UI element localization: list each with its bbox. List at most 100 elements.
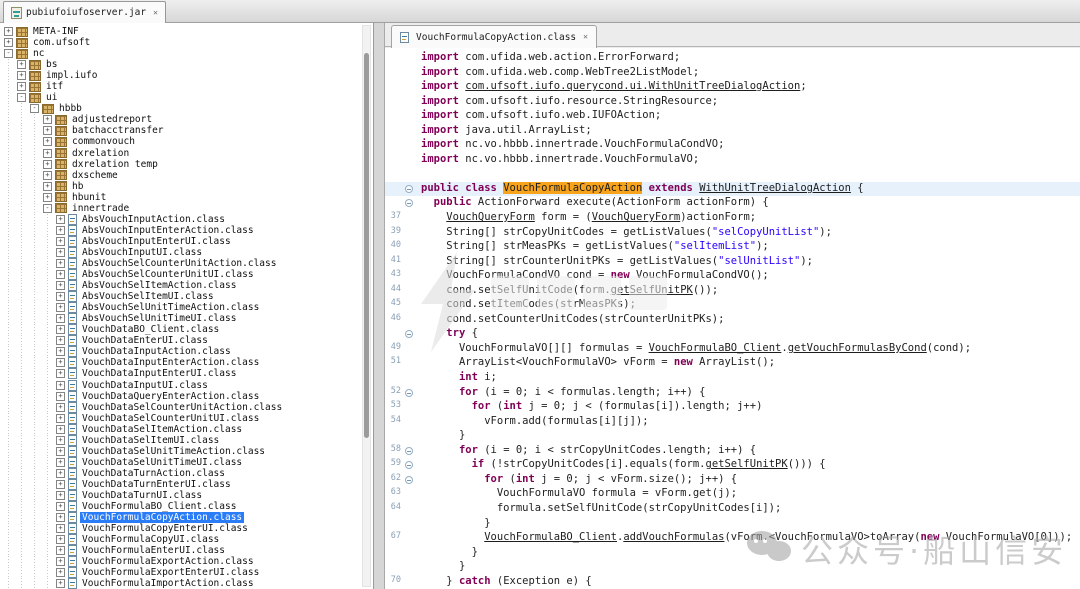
code-line[interactable]: 51 ArrayList<VouchFormulaVO> vForm = new… [385, 356, 1080, 371]
tree-item[interactable]: +AbsVouchInputUI.class [0, 247, 373, 258]
tree-scrollbar-thumb[interactable] [364, 53, 369, 438]
expand-icon[interactable]: + [56, 403, 65, 412]
expand-icon[interactable]: + [56, 270, 65, 279]
expand-icon[interactable]: + [56, 358, 65, 367]
tree-item[interactable]: +VouchFormulaBO_Client.class [0, 501, 373, 512]
code-line[interactable]: 41 String[] strCounterUnitPKs = getListV… [385, 255, 1080, 270]
expand-icon[interactable]: + [43, 182, 52, 191]
code-line[interactable]: } [385, 560, 1080, 575]
code-line[interactable]: 63 VouchFormulaVO formula = vForm.get(j)… [385, 487, 1080, 502]
tree-item[interactable]: +VouchDataSelItemUI.class [0, 435, 373, 446]
jar-tab[interactable]: pubiufoiufoserver.jar ✕ [3, 1, 166, 23]
tree-item[interactable]: +VouchDataTurnEnterUI.class [0, 479, 373, 490]
code-line[interactable]: 59 if (!strCopyUnitCodes[i].equals(form.… [385, 458, 1080, 473]
tree-item[interactable]: +batchacctransfer [0, 125, 373, 136]
tree-item[interactable]: +AbsVouchSelCounterUnitUI.class [0, 269, 373, 280]
collapse-icon[interactable]: - [30, 104, 39, 113]
expand-icon[interactable]: + [43, 137, 52, 146]
tree-item[interactable]: +VouchDataSelCounterUnitAction.class [0, 402, 373, 413]
tree-item[interactable]: +VouchDataEnterUI.class [0, 335, 373, 346]
expand-icon[interactable]: + [56, 469, 65, 478]
tree-item[interactable]: +dxrelation [0, 148, 373, 159]
expand-icon[interactable]: + [17, 71, 26, 80]
expand-icon[interactable]: + [43, 149, 52, 158]
tree-item[interactable]: +VouchDataTurnAction.class [0, 468, 373, 479]
tree-item[interactable]: +AbsVouchSelItemUI.class [0, 291, 373, 302]
source-editor[interactable]: import com.ufida.web.action.ErrorForward… [385, 48, 1080, 589]
code-line[interactable]: import com.ufsoft.iufo.web.IUFOAction; [385, 109, 1080, 124]
tree-item[interactable]: +VouchFormulaCopyUI.class [0, 534, 373, 545]
tree-item[interactable]: +AbsVouchSelCounterUnitAction.class [0, 258, 373, 269]
expand-icon[interactable]: + [56, 557, 65, 566]
tree-item[interactable]: +VouchDataTurnUI.class [0, 490, 373, 501]
code-line[interactable]: } [385, 517, 1080, 532]
tree-item[interactable]: +VouchFormulaCopyEnterUI.class [0, 523, 373, 534]
code-line[interactable]: 45 cond.setItemCodes(strMeasPKs); [385, 298, 1080, 313]
expand-icon[interactable]: + [4, 38, 13, 47]
code-line[interactable]: import com.ufsoft.iufo.resource.StringRe… [385, 95, 1080, 110]
tree-item[interactable]: +com.ufsoft [0, 37, 373, 48]
tree-item[interactable]: +AbsVouchInputAction.class [0, 214, 373, 225]
code-line[interactable]: 39 String[] strCopyUnitCodes = getListVa… [385, 226, 1080, 241]
panel-splitter[interactable] [374, 23, 385, 589]
code-line[interactable]: 52 for (i = 0; i < formulas.length; i++)… [385, 386, 1080, 401]
collapse-icon[interactable]: - [4, 49, 13, 58]
tree-item[interactable]: +itf [0, 81, 373, 92]
tree-item[interactable]: +adjustedreport [0, 114, 373, 125]
expand-icon[interactable]: + [56, 259, 65, 268]
code-line[interactable]: import java.util.ArrayList; [385, 124, 1080, 139]
close-icon[interactable]: ✕ [153, 9, 158, 17]
expand-icon[interactable]: + [56, 425, 65, 434]
code-line[interactable]: 54 vForm.add(formulas[i][j]); [385, 415, 1080, 430]
expand-icon[interactable]: + [56, 215, 65, 224]
expand-icon[interactable]: + [56, 480, 65, 489]
expand-icon[interactable]: + [56, 237, 65, 246]
tree-item[interactable]: +impl.iufo [0, 70, 373, 81]
expand-icon[interactable]: + [56, 292, 65, 301]
code-line[interactable]: 49 VouchFormulaVO[][] formulas = VouchFo… [385, 342, 1080, 357]
expand-icon[interactable]: + [56, 414, 65, 423]
tree-item[interactable]: +VouchFormulaExportAction.class [0, 556, 373, 567]
tree-item[interactable]: +VouchFormulaEnterUI.class [0, 545, 373, 556]
expand-icon[interactable]: + [56, 303, 65, 312]
code-line[interactable]: import com.ufida.web.action.ErrorForward… [385, 51, 1080, 66]
expand-icon[interactable]: + [43, 171, 52, 180]
expand-icon[interactable]: + [56, 248, 65, 257]
expand-icon[interactable]: + [43, 126, 52, 135]
expand-icon[interactable]: + [56, 325, 65, 334]
code-line[interactable] [385, 167, 1080, 182]
collapse-fold-icon[interactable] [405, 389, 413, 397]
tree-item[interactable]: +dxrelation temp [0, 159, 373, 170]
code-line[interactable]: import com.ufida.web.comp.WebTree2ListMo… [385, 66, 1080, 81]
expand-icon[interactable]: + [56, 513, 65, 522]
tree-scrollbar-track[interactable] [362, 25, 371, 587]
code-line[interactable]: import com.ufsoft.iufo.querycond.ui.With… [385, 80, 1080, 95]
expand-icon[interactable]: + [56, 226, 65, 235]
expand-icon[interactable]: + [56, 436, 65, 445]
tree-item[interactable]: +hbunit [0, 192, 373, 203]
tree-item[interactable]: +AbsVouchSelItemAction.class [0, 280, 373, 291]
tree-item[interactable]: +hb [0, 181, 373, 192]
collapse-fold-icon[interactable] [405, 199, 413, 207]
expand-icon[interactable]: + [17, 60, 26, 69]
expand-icon[interactable]: + [17, 82, 26, 91]
expand-icon[interactable]: + [43, 115, 52, 124]
expand-icon[interactable]: + [56, 491, 65, 500]
tree-item[interactable]: -ui [0, 92, 373, 103]
tree-item[interactable]: +AbsVouchSelUnitTimeUI.class [0, 313, 373, 324]
expand-icon[interactable]: + [43, 193, 52, 202]
tree-item[interactable]: +VouchDataInputEnterAction.class [0, 357, 373, 368]
code-line[interactable]: int i; [385, 371, 1080, 386]
code-line[interactable]: 70 } catch (Exception e) { [385, 575, 1080, 589]
tree-item[interactable]: +VouchDataSelItemAction.class [0, 424, 373, 435]
tree-item[interactable]: +VouchFormulaImportAction.class [0, 578, 373, 589]
code-line[interactable]: import nc.vo.hbbb.innertrade.VouchFormul… [385, 153, 1080, 168]
tree-item[interactable]: -innertrade [0, 203, 373, 214]
expand-icon[interactable]: + [56, 369, 65, 378]
tree-item[interactable]: +AbsVouchSelUnitTimeAction.class [0, 302, 373, 313]
expand-icon[interactable]: + [56, 281, 65, 290]
code-line[interactable]: 62 for (int j = 0; j < vForm.size(); j++… [385, 473, 1080, 488]
collapse-fold-icon[interactable] [405, 461, 413, 469]
expand-icon[interactable]: + [56, 347, 65, 356]
tree-item[interactable]: +VouchDataSelUnitTimeUI.class [0, 457, 373, 468]
